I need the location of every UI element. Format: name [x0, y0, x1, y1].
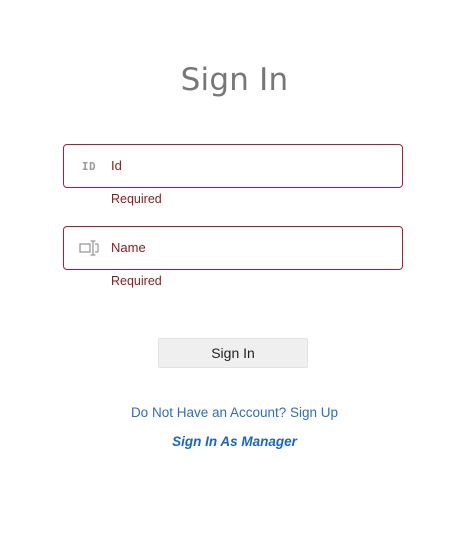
text-cursor-icon [79, 227, 99, 269]
id-field[interactable]: ID Id [63, 144, 403, 188]
id-card-icon: ID [81, 159, 97, 173]
sign-up-link[interactable]: Do Not Have an Account? Sign Up [0, 405, 469, 420]
name-field-value: Name [111, 240, 146, 255]
name-field[interactable]: Name [63, 226, 403, 270]
manager-sign-in-link[interactable]: Sign In As Manager [0, 434, 469, 449]
sign-in-button[interactable]: Sign In [158, 338, 308, 368]
id-field-error: Required [111, 192, 162, 206]
name-field-error: Required [111, 274, 162, 288]
page-title: Sign In [180, 62, 289, 98]
id-field-value: Id [111, 158, 122, 173]
